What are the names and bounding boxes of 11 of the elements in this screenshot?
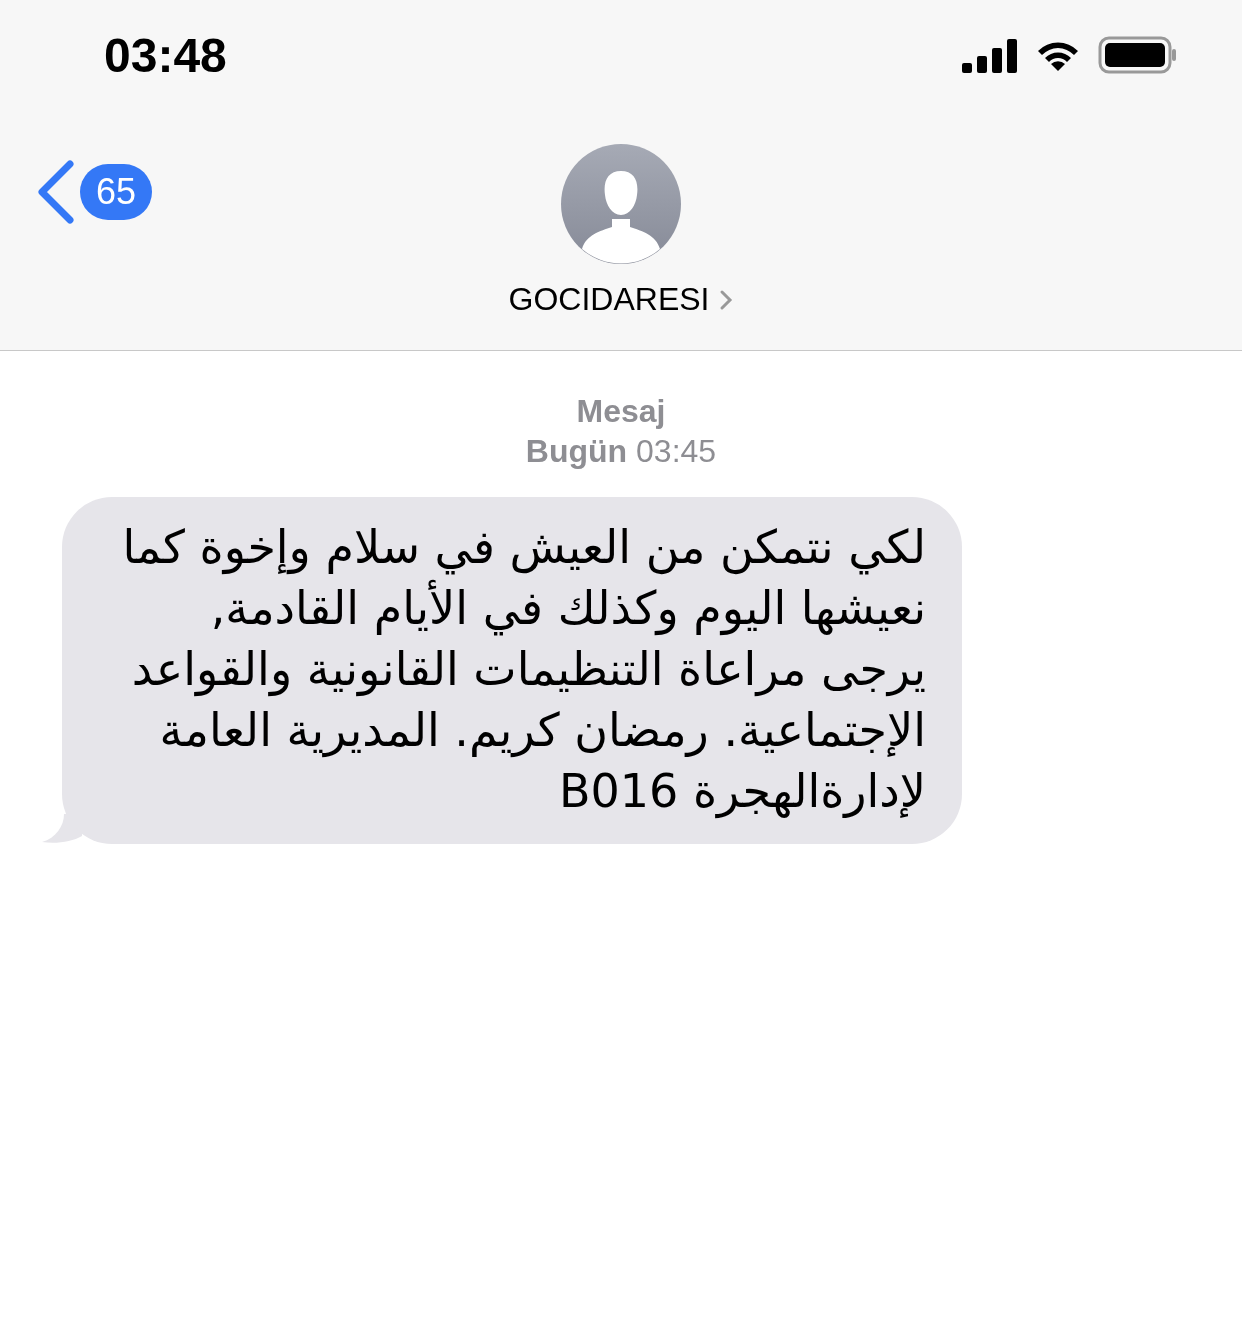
battery-icon [1098,36,1178,74]
signal-icon [962,37,1018,73]
contact-name[interactable]: GOCIDARESI [508,281,710,318]
unread-count-badge[interactable]: 65 [80,164,153,220]
status-time: 03:48 [104,27,227,83]
message-bubble: لكي نتمكن من العيش في سلام وإخوة كما نعيشها اليوم وكذلك في الأيام القادمة, يرجى مراعاة التنظيمات القانونية والقواعد الإجتماعية. رمضان كريم. المديرية العامة لإدارةالهجرة B016 [62,497,962,844]
service-label: Mesaj [576,392,666,431]
avatar-icon[interactable] [560,143,682,265]
chevron-right-icon[interactable] [719,288,734,311]
message-timestamp: Bugün 03:45 [525,432,717,471]
back-chevron-icon[interactable] [36,160,76,224]
